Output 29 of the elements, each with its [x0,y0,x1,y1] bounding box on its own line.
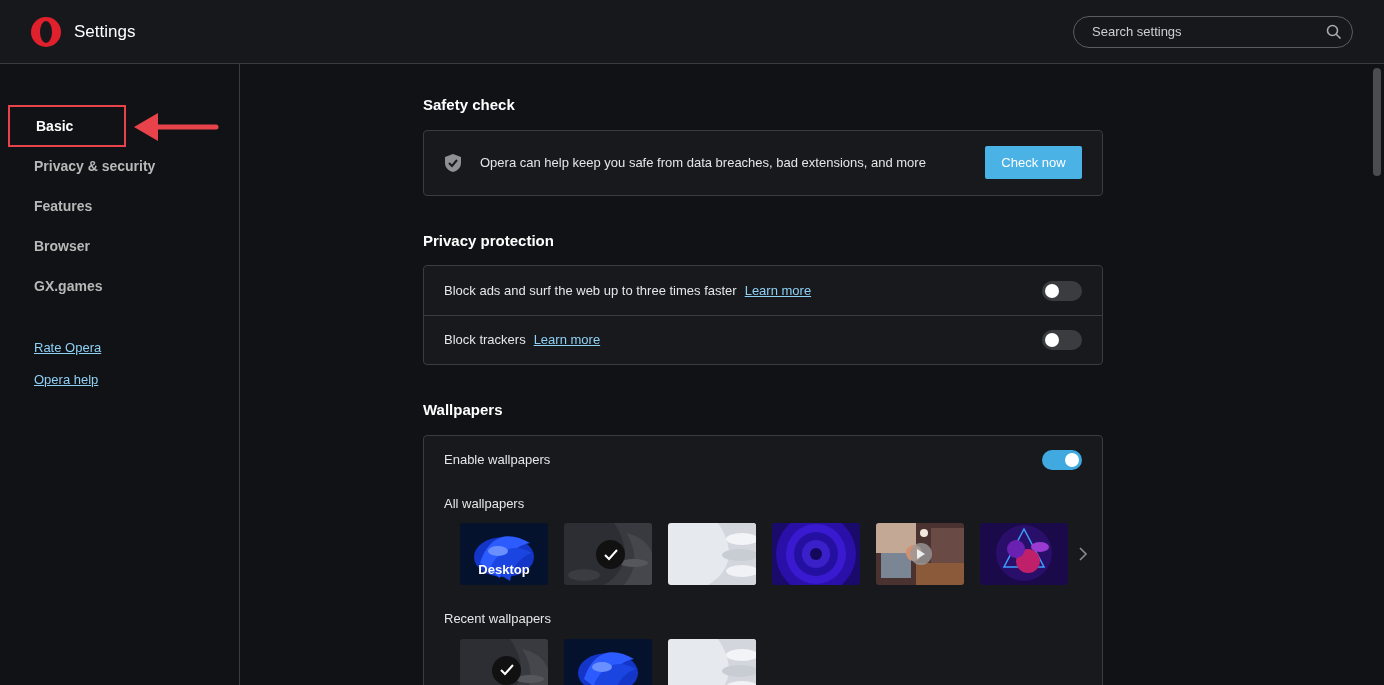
toggle-switch[interactable] [1042,449,1082,470]
learn-more-link[interactable]: Learn more [533,330,601,350]
shield-icon [444,152,462,173]
page-title: Settings [74,20,136,43]
learn-more-link[interactable]: Learn more [744,280,812,301]
sidebar-item[interactable]: Features [8,192,93,220]
search-field[interactable]: Search settings [1073,15,1353,48]
opera-logo-icon [30,15,62,48]
toggle-switch[interactable] [1042,280,1082,301]
chevron-right-icon[interactable] [1078,547,1088,561]
sidebar-link[interactable]: Rate Opera [34,338,102,358]
sidebar-item[interactable]: Basic [8,105,126,147]
thumbnail-label: Desktop [477,560,531,579]
sidebar-item[interactable]: GX.games [8,272,103,300]
sidebar-item[interactable]: Browser [8,232,91,260]
setting-label: Block trackers [444,331,526,350]
section-heading: Safety check [423,95,516,115]
search-icon [1326,23,1342,40]
scrollbar-thumb[interactable] [1373,68,1381,176]
group-label: Recent wallpapers [444,610,552,628]
safety-message: Opera can help keep you safe from data breaches, bad extensions, and more [480,153,927,172]
toggle-switch[interactable] [1042,330,1082,350]
setting-label: Enable wallpapers [444,450,551,469]
setting-label: Block ads and surf the web up to three times faster [444,281,737,300]
sidebar-link[interactable]: Opera help [34,369,99,389]
group-label: All wallpapers [444,494,526,513]
section-heading: Wallpapers [423,400,504,420]
section-heading: Privacy protection [423,230,555,251]
sidebar-item[interactable]: Privacy & security [8,152,156,180]
